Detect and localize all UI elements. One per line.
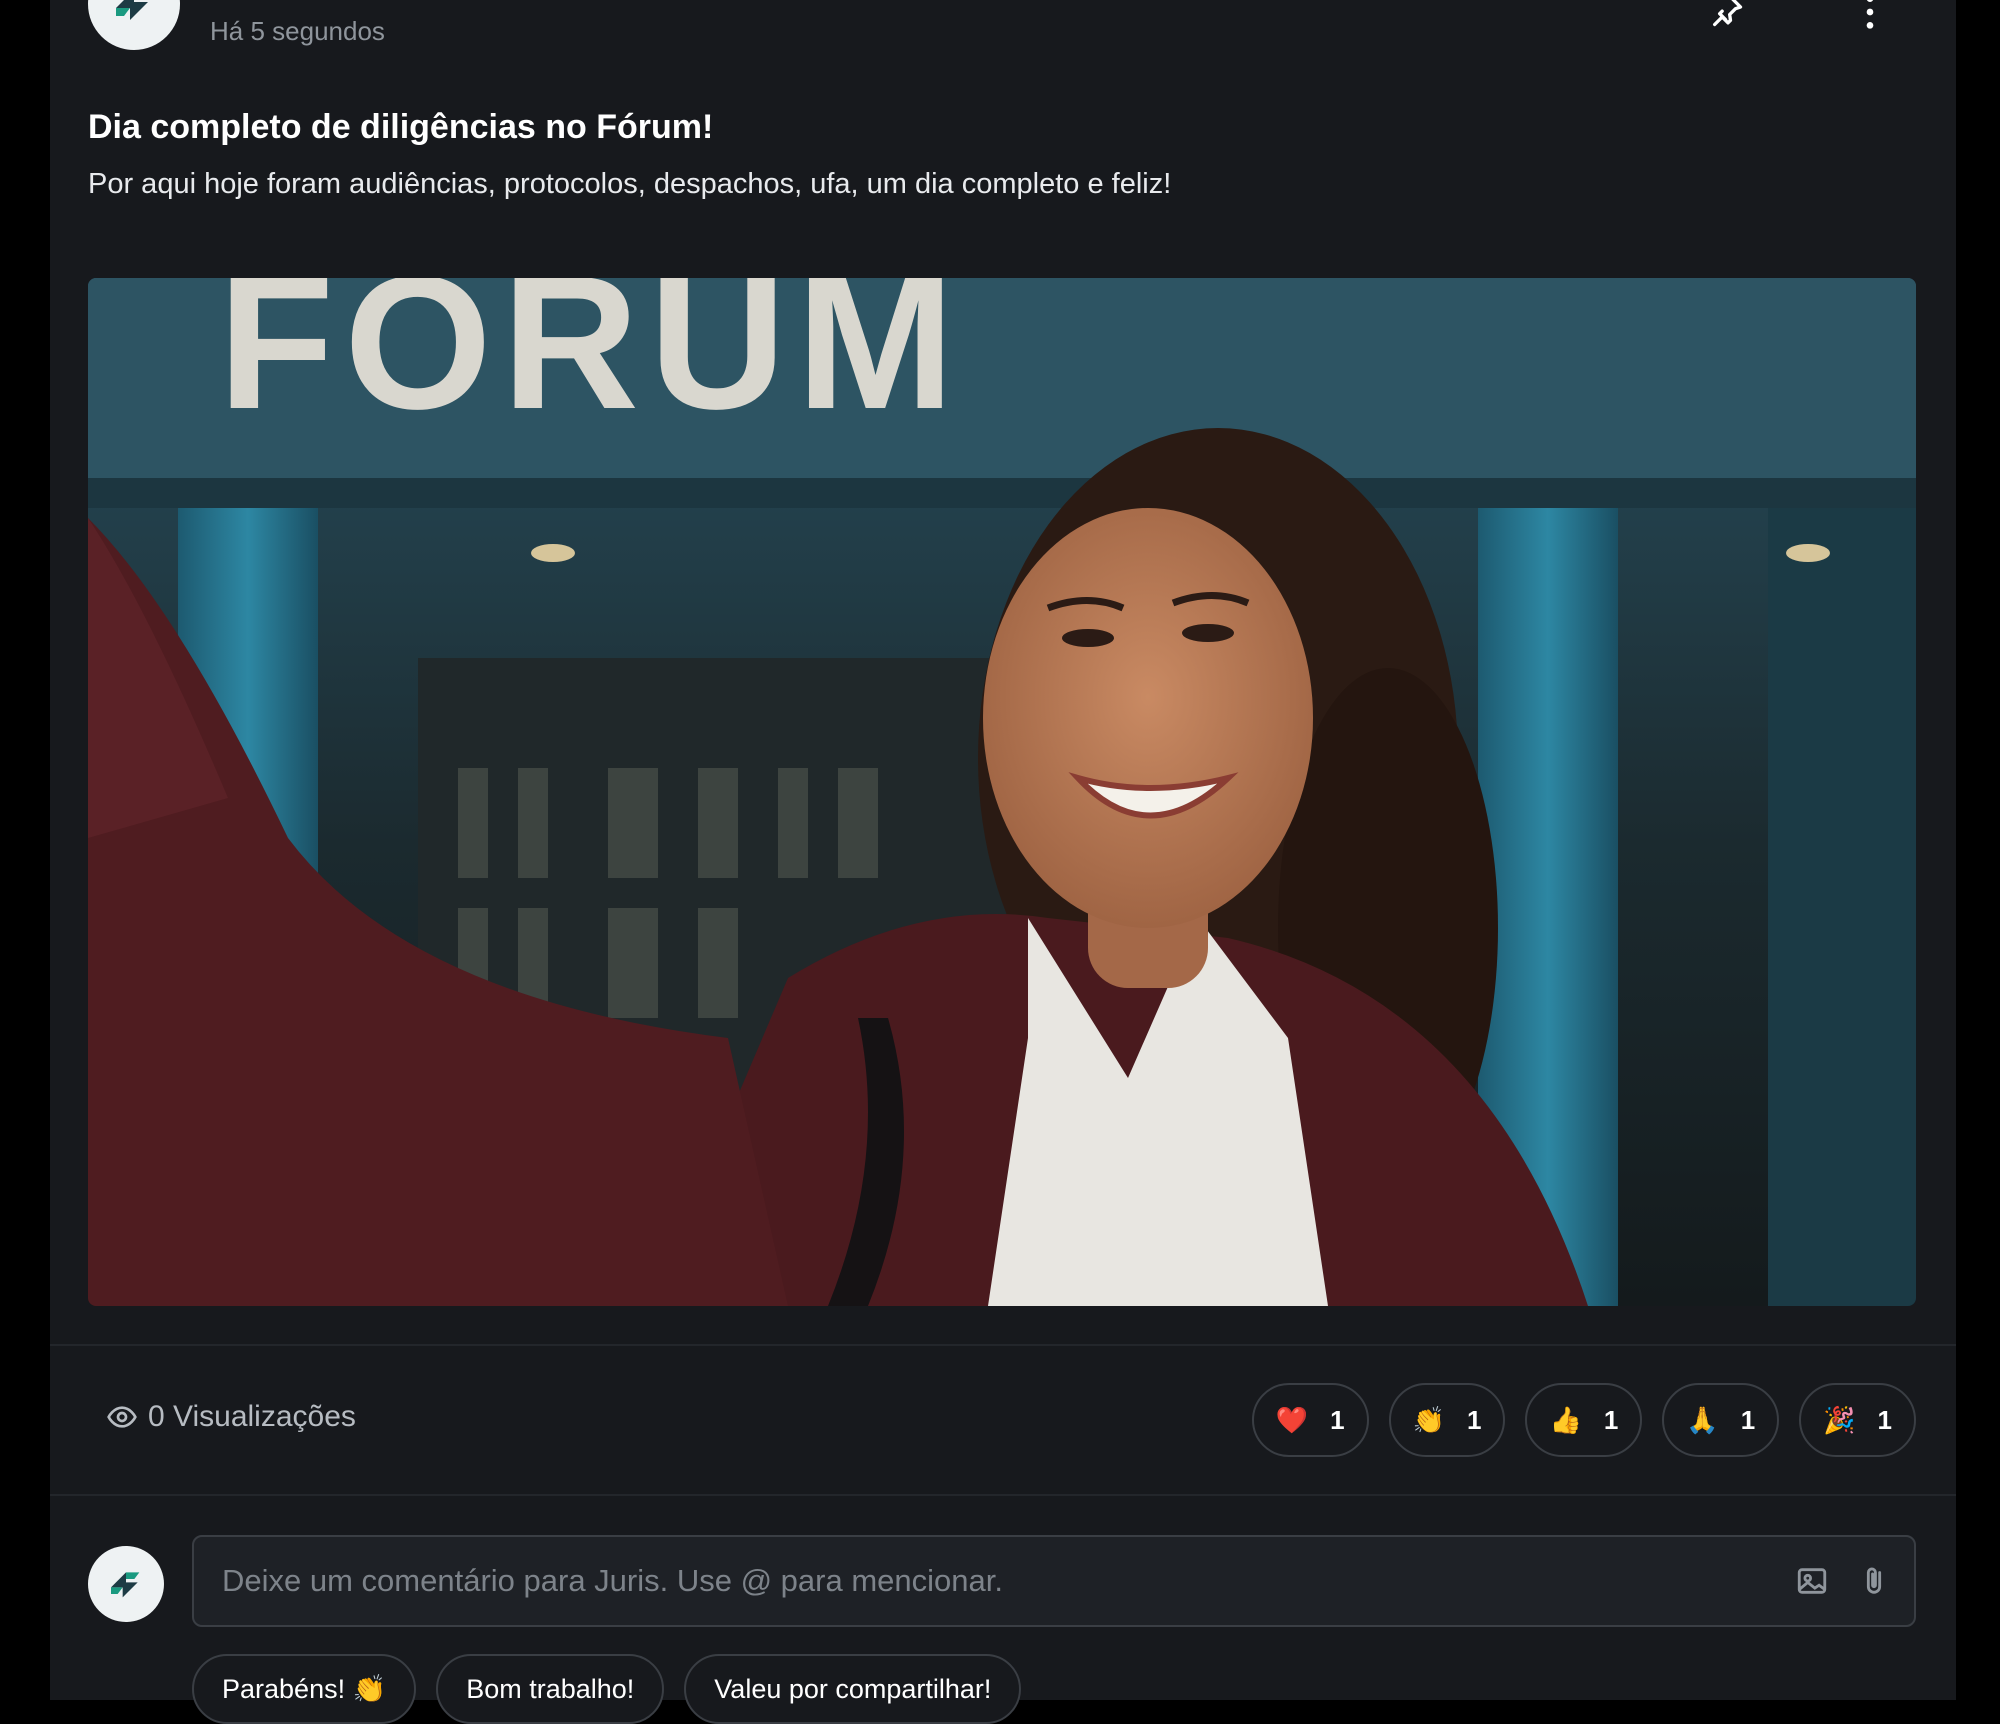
- comment-input[interactable]: [194, 1537, 1790, 1625]
- post-card: Há 5 segundos Dia completo de diligência…: [50, 0, 1956, 1724]
- kebab-menu-icon: [1866, 0, 1874, 29]
- post-image[interactable]: FÓRUM: [88, 278, 1916, 1306]
- more-options-button[interactable]: [1848, 0, 1892, 34]
- post-timestamp: Há 5 segundos: [210, 16, 385, 46]
- views-count: 0 Visualizações: [106, 1400, 356, 1434]
- party-icon: 🎉: [1823, 1405, 1856, 1435]
- pin-button[interactable]: [1706, 0, 1750, 34]
- quick-reply-chip[interactable]: Valeu por compartilhar!: [684, 1654, 1022, 1724]
- reactions-bar: ❤️ 1 👏 1 👍 1 🙏 1 🎉 1: [1251, 1383, 1916, 1457]
- heart-icon: ❤️: [1275, 1405, 1309, 1435]
- image-icon: [1797, 1568, 1827, 1594]
- attach-file-button[interactable]: [1852, 1559, 1896, 1603]
- brand-logo-icon: [116, 0, 148, 20]
- current-user-avatar[interactable]: [88, 1546, 164, 1622]
- pray-icon: 🙏: [1686, 1405, 1719, 1435]
- divider-top: [50, 1344, 1956, 1346]
- reaction-party-button[interactable]: 🎉 1: [1799, 1383, 1916, 1457]
- quick-replies: Parabéns! 👏 Bom trabalho! Valeu por comp…: [192, 1654, 1022, 1724]
- reaction-count: 1: [1330, 1404, 1345, 1435]
- forum-sign-text: FÓRUM: [218, 278, 965, 449]
- reaction-pray-button[interactable]: 🙏 1: [1662, 1383, 1780, 1457]
- reaction-clap-button[interactable]: 👏 1: [1388, 1383, 1506, 1457]
- reaction-heart-button[interactable]: ❤️ 1: [1251, 1383, 1369, 1457]
- paperclip-icon: [1866, 1567, 1882, 1594]
- clap-icon: 👏: [1412, 1405, 1445, 1435]
- post-title: Dia completo de diligências no Fórum!: [88, 108, 714, 146]
- selfie-photo: FÓRUM: [88, 278, 1916, 1306]
- pin-icon: [1713, 0, 1743, 27]
- brand-logo-icon: [111, 1572, 140, 1598]
- reaction-count: 1: [1740, 1404, 1756, 1435]
- reaction-count: 1: [1603, 1404, 1619, 1435]
- reaction-thumbs-up-button[interactable]: 👍 1: [1525, 1383, 1643, 1457]
- author-avatar[interactable]: [88, 0, 180, 50]
- quick-reply-chip[interactable]: Parabéns! 👏: [192, 1654, 417, 1724]
- post-body: Por aqui hoje foram audiências, protocol…: [88, 168, 1172, 200]
- quick-reply-chip[interactable]: Bom trabalho!: [436, 1654, 665, 1724]
- post-header: Há 5 segundos: [50, 0, 1956, 70]
- comment-box: [192, 1535, 1916, 1627]
- thumbs-up-icon: 👍: [1549, 1405, 1582, 1435]
- reaction-count: 1: [1877, 1404, 1892, 1435]
- reaction-count: 1: [1467, 1404, 1482, 1435]
- attach-image-button[interactable]: [1790, 1559, 1834, 1603]
- views-label: 0 Visualizações: [148, 1400, 356, 1433]
- eye-icon: [107, 1406, 137, 1428]
- divider-bottom: [50, 1494, 1956, 1496]
